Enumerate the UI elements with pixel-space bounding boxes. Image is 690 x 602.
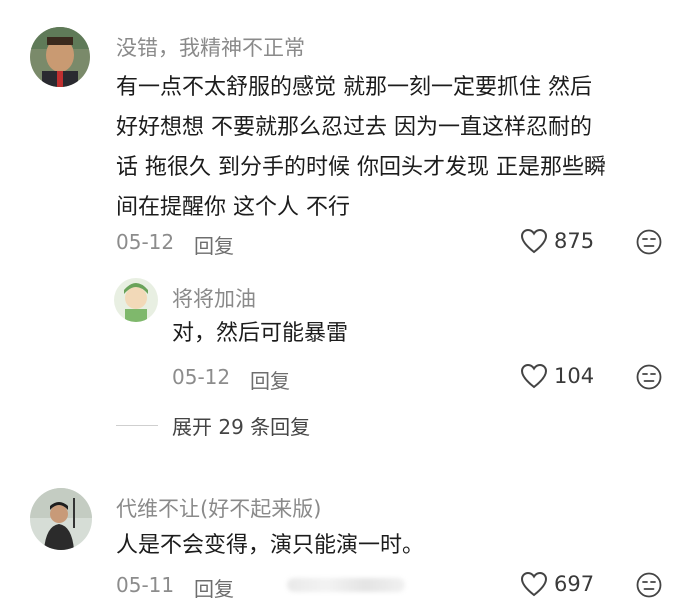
comment-text-line: 话 拖很久 到分手的时候 你回头才发现 正是那些瞬 xyxy=(116,155,606,180)
comment-date: 05-12 xyxy=(116,230,175,254)
divider-line xyxy=(116,425,158,426)
like-count: 697 xyxy=(554,572,595,596)
comment-text: 人是不会变得，演只能演一时。 xyxy=(116,533,425,558)
comment-text: 有一点不太舒服的感觉 就那一刻一定要抓住 然后 好好想想 不要就那么忍过去 因为… xyxy=(116,68,606,228)
reply-date: 05-12 xyxy=(172,365,231,389)
like-button[interactable]: 875 xyxy=(520,228,594,254)
username[interactable]: 将将加油 xyxy=(172,283,256,313)
like-button[interactable]: 697 xyxy=(520,571,594,597)
reply-button[interactable]: 回复 xyxy=(194,230,234,259)
like-count: 104 xyxy=(554,364,595,388)
heart-outline-icon xyxy=(520,363,548,389)
avatar[interactable] xyxy=(30,27,90,87)
reply-button[interactable]: 回复 xyxy=(250,365,290,394)
avatar-image xyxy=(114,278,158,322)
comment-date: 05-11 xyxy=(116,573,175,597)
comment-text-line: 间在提醒你 这个人 不行 xyxy=(116,195,350,220)
avatar[interactable] xyxy=(30,488,92,550)
expand-replies-label: 展开 29 条回复 xyxy=(172,415,311,439)
avatar-image xyxy=(30,27,90,87)
unamused-face-icon[interactable] xyxy=(636,229,662,255)
unamused-face-icon[interactable] xyxy=(636,364,662,390)
heart-outline-icon xyxy=(520,228,548,254)
reply-button[interactable]: 回复 xyxy=(194,573,234,602)
comment-text-line: 好好想想 不要就那么忍过去 因为一直这样忍耐的 xyxy=(116,115,592,140)
unamused-face-icon[interactable] xyxy=(636,572,662,598)
username[interactable]: 代维不让(好不起来版) xyxy=(116,493,321,523)
heart-outline-icon xyxy=(520,571,548,597)
like-count: 875 xyxy=(554,229,595,253)
comment-text-line: 有一点不太舒服的感觉 就那一刻一定要抓住 然后 xyxy=(116,75,592,100)
avatar-image xyxy=(30,488,92,550)
reply-text: 对，然后可能暴雷 xyxy=(172,321,349,346)
expand-replies-button[interactable]: 展开 29 条回复 xyxy=(116,411,310,440)
blurred-mention xyxy=(287,578,405,592)
like-button[interactable]: 104 xyxy=(520,363,594,389)
username[interactable]: 没错，我精神不正常 xyxy=(116,32,305,62)
avatar[interactable] xyxy=(114,278,158,322)
